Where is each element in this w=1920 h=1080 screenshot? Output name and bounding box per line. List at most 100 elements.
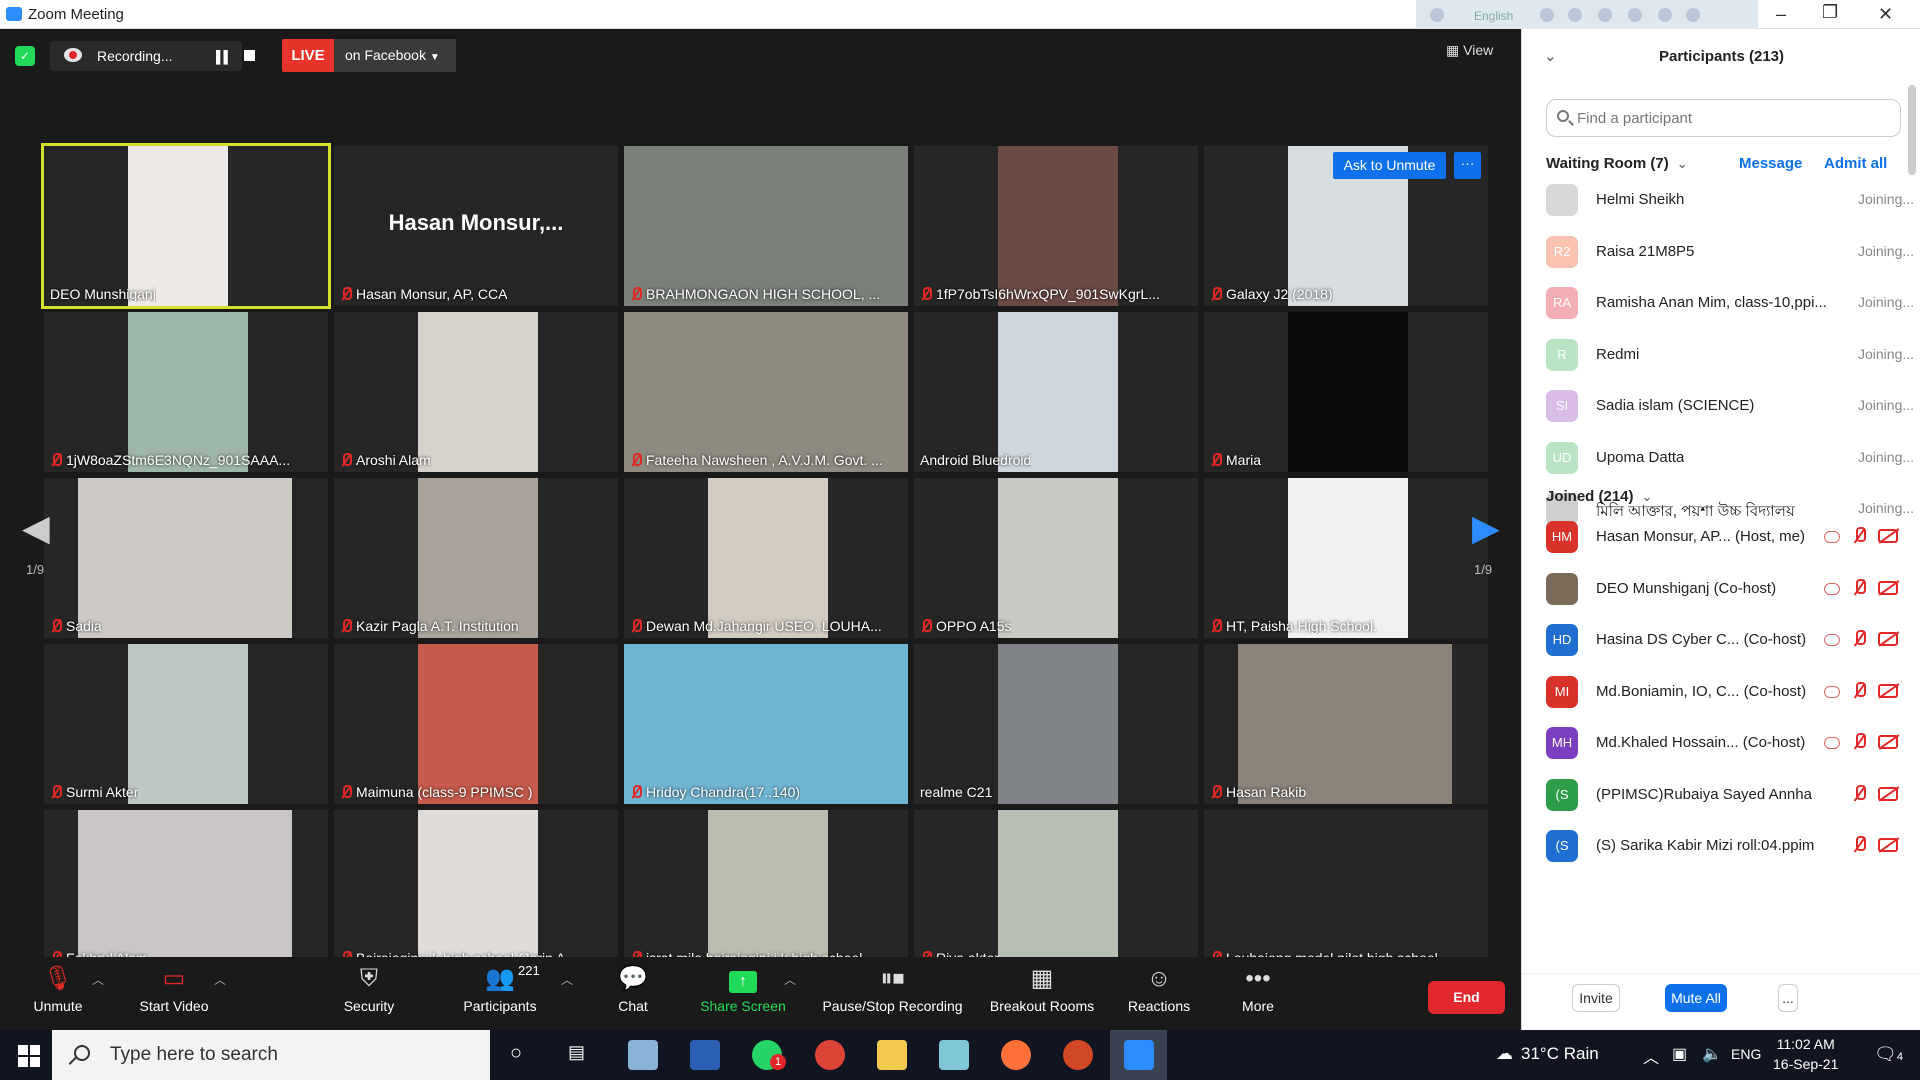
participant-tile[interactable]: Dewan Md.Jahangir USEO, LOUHA... [624,478,908,638]
powerpoint-app-icon[interactable] [1063,1040,1093,1070]
volume-icon[interactable]: 🔈 [1702,1044,1722,1064]
joined-participant-row[interactable]: (S (S) Sarika Kabir Mizi roll:04.ppimsc [1546,821,1911,871]
waiting-participant-row[interactable]: UD Upoma Datta Joining... [1546,433,1914,483]
live-target-dropdown[interactable]: on Facebook ▼ [334,39,456,72]
gear-icon[interactable] [1598,8,1612,22]
help-icon[interactable] [1658,8,1672,22]
participant-tile[interactable]: Ask to Unmute ··· Galaxy J2 (2018) [1204,146,1488,306]
stop-recording-icon[interactable] [244,50,255,61]
collapse-chevron-icon[interactable]: ⌄ [1544,29,1557,85]
participant-tile[interactable]: HT, Paisha High School. [1204,478,1488,638]
file-explorer-icon[interactable] [877,1040,907,1070]
taskbar-search-box[interactable]: Type here to search [52,1030,490,1080]
waiting-participant-row[interactable]: R Redmi Joining... [1546,330,1914,380]
participants-options-caret[interactable]: ︿ [561,971,573,988]
muted-mic-icon[interactable] [1852,733,1866,751]
info-icon[interactable] [1686,8,1700,22]
waiting-participant-row[interactable]: Helmi Sheikh Joining... [1546,175,1914,225]
share-options-caret[interactable]: ︿ [784,971,796,988]
video-options-caret[interactable]: ︿ [214,971,226,988]
participant-tile[interactable]: DEO Munshiganj [41,143,331,309]
tile-more-button[interactable]: ··· [1454,152,1481,179]
participant-tile[interactable]: 1jW8oaZStm6E3NQNz_901SAAA... [44,312,328,472]
participant-tile[interactable]: Fateeha Nawsheen , A.V.J.M. Govt. ... [624,312,908,472]
participant-tile[interactable]: Kazir Pagla A.T. Institution [334,478,618,638]
more-button[interactable]: ••• More [1198,963,1318,1014]
task-view-icon[interactable]: ▤ [568,1042,585,1063]
joined-participant-row[interactable]: MI Md.Boniamin, IO, C... (Co-host) [1546,667,1911,717]
muted-mic-icon[interactable] [1852,527,1866,545]
zoom-taskbar-item[interactable] [1110,1030,1167,1080]
participant-tile[interactable]: realme C21 [914,644,1198,804]
muted-mic-icon[interactable] [1852,630,1866,648]
message-waiting-link[interactable]: Message [1739,155,1802,172]
weather-text[interactable]: 31°C Rain [1521,1044,1599,1064]
participant-tile[interactable]: Hridoy Chandra(17..140) [624,644,908,804]
globe-icon[interactable] [1628,8,1642,22]
taskbar-clock[interactable]: 11:02 AM 16-Sep-21 [1773,1034,1838,1074]
joined-participant-row[interactable]: (S (PPIMSC)Rubaiya Sayed Annha r... [1546,770,1911,820]
next-page-icon[interactable]: ▶ [1472,507,1500,549]
participant-tile[interactable]: Sadia [44,478,328,638]
cortana-icon[interactable]: ○ [510,1042,522,1065]
bulb-icon[interactable] [1568,8,1582,22]
participant-tile[interactable]: Android Bluedroid [914,312,1198,472]
prev-page-icon[interactable]: ◀ [22,507,50,549]
weather-cloud-icon[interactable]: ☁ [1496,1044,1513,1064]
minimize-button[interactable]: – [1776,4,1786,25]
pause-recording-icon[interactable]: ▌▌ [216,50,232,64]
waiting-room-header[interactable]: Waiting Room (7) ⌄ [1546,155,1688,172]
notifications-icon[interactable]: 🗨4 [1874,1044,1903,1065]
close-button[interactable]: ✕ [1878,4,1893,25]
restore-button[interactable]: ❐ [1822,2,1838,23]
participants-button[interactable]: 👥 221 Participants [440,963,560,1014]
joined-header[interactable]: Joined (214) ⌄ [1546,488,1652,505]
firefox-app-icon[interactable] [1001,1040,1031,1070]
tray-chevron-icon[interactable]: ︿ [1643,1044,1659,1068]
tablet-app-icon[interactable] [939,1040,969,1070]
input-language[interactable]: ENG [1731,1046,1761,1062]
view-button[interactable]: ▦ View [1446,42,1493,59]
language-label[interactable]: English [1474,9,1513,23]
breakout-rooms-button[interactable]: ▦ Breakout Rooms [982,963,1102,1014]
participant-tile[interactable]: Hasan Monsur,... Hasan Monsur, AP, CCA [334,146,618,306]
joined-participant-row[interactable]: MH Md.Khaled Hossain... (Co-host) [1546,718,1911,768]
waiting-participant-row[interactable]: RA Ramisha Anan Mim, class-10,ppi... Joini… [1546,278,1914,328]
muted-mic-icon[interactable] [1852,681,1866,700]
participant-tile[interactable]: Hasan Rakib [1204,644,1488,804]
paint-app-icon[interactable] [628,1040,658,1070]
ask-to-unmute-button[interactable]: Ask to Unmute [1333,152,1446,179]
waiting-participant-row[interactable]: R2 Raisa 21M8P5 Joining... [1546,227,1914,277]
joined-participant-row[interactable]: HM Hasan Monsur, AP... (Host, me) [1546,512,1911,562]
encryption-shield-icon[interactable]: ✓ [15,46,35,66]
participant-search-input[interactable]: Find a participant [1546,99,1901,137]
word-app-icon[interactable] [690,1040,720,1070]
panel-more-button[interactable]: ... [1778,984,1798,1012]
participant-tile[interactable]: Maimuna (class-9 PPIMSC ) [334,644,618,804]
pause-stop-recording-button[interactable]: ⏸⏹ Pause/Stop Recording [820,963,965,1014]
muted-mic-icon[interactable] [1852,784,1866,803]
admit-all-link[interactable]: Admit all [1824,155,1887,172]
participant-tile[interactable]: Riya akter [914,810,1198,970]
participant-tile[interactable]: 1fP7obTsI6hWrxQPV_901SwKgrL... [914,146,1198,306]
security-button[interactable]: ⛨ Security [309,963,429,1014]
participant-tile[interactable]: BRAHMONGAON HIGH SCHOOL, ... [624,146,908,306]
muted-mic-icon[interactable] [1852,578,1866,597]
end-meeting-button[interactable]: End [1428,981,1505,1014]
whatsapp-app-icon[interactable]: 1 [752,1040,786,1070]
cloud-icon[interactable] [1540,8,1554,22]
chrome-app-icon[interactable] [815,1040,845,1070]
waiting-participant-row[interactable]: SI Sadia islam (SCIENCE) Joining... [1546,381,1914,431]
participant-tile[interactable]: Fokhrul Alam [44,810,328,970]
mute-all-button[interactable]: Mute All [1665,984,1727,1012]
network-icon[interactable]: ▣ [1672,1044,1687,1064]
chat-button[interactable]: 💬 Chat [573,963,693,1014]
participant-tile[interactable]: israt mila bajrajogini j.k high school [624,810,908,970]
participant-tile[interactable]: Bajrajogini j k high school (Jarin A... [334,810,618,970]
participant-tile[interactable]: Maria [1204,312,1488,472]
joined-participant-row[interactable]: DEO Munshiganj (Co-host) [1546,564,1911,614]
windows-start-icon[interactable] [18,1045,40,1067]
joined-participant-row[interactable]: HD Hasina DS Cyber C... (Co-host) [1546,615,1911,665]
muted-mic-icon[interactable] [1852,836,1866,854]
participant-tile[interactable]: Louhajong model pilot high school. [1204,810,1488,970]
